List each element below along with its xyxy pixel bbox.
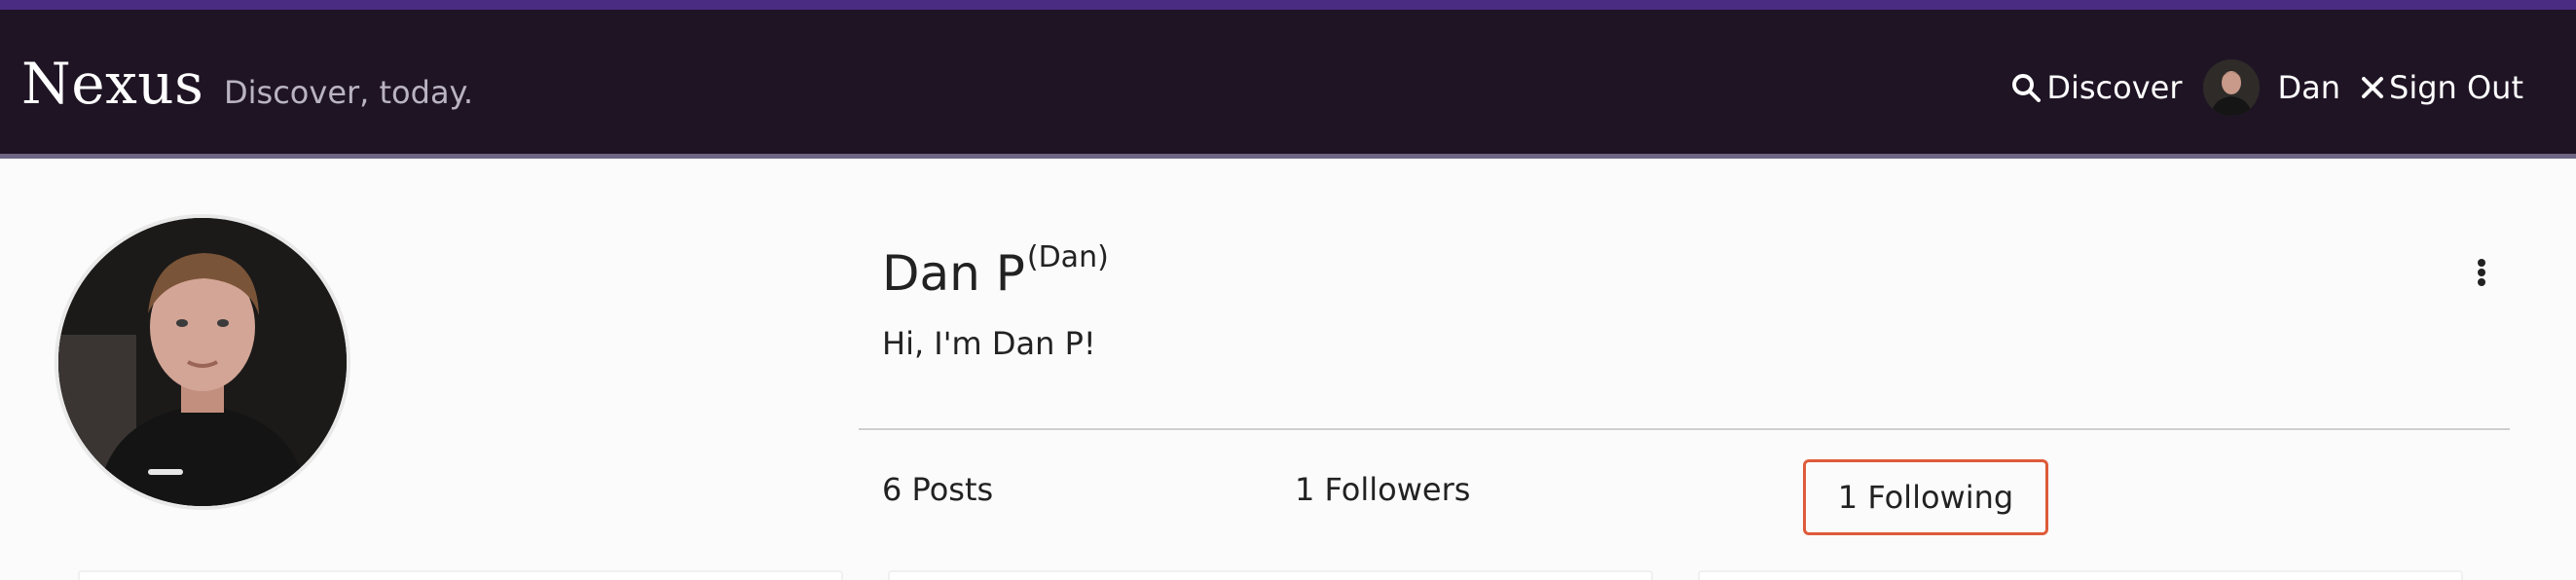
navbar-divider xyxy=(0,154,2576,159)
close-icon xyxy=(2360,75,2385,100)
navbar: Nexus Discover, today. Discover Dan Sign… xyxy=(0,10,2576,158)
search-icon xyxy=(2009,71,2042,104)
more-vertical-icon xyxy=(2478,259,2485,267)
profile-divider xyxy=(859,428,2510,430)
nav-actions: Discover Dan Sign Out xyxy=(2009,59,2523,116)
more-vertical-icon-dot xyxy=(2478,269,2485,276)
user-avatar[interactable] xyxy=(2203,59,2261,116)
tagline: Discover, today. xyxy=(224,74,474,111)
posts-count-tab[interactable]: 6 Posts xyxy=(882,471,993,508)
user-name-link[interactable]: Dan xyxy=(2277,69,2340,106)
username: (Dan) xyxy=(1026,240,1109,274)
signout-label: Sign Out xyxy=(2389,69,2523,106)
signout-link[interactable]: Sign Out xyxy=(2360,69,2523,106)
display-name: Dan P xyxy=(882,245,1025,302)
followers-count-tab[interactable]: 1 Followers xyxy=(1295,471,1470,508)
following-count-tab[interactable]: 1 Following xyxy=(1803,459,2048,535)
top-accent-bar xyxy=(0,0,2576,10)
post-card[interactable] xyxy=(888,570,1653,580)
profile-avatar xyxy=(55,214,350,510)
more-options-button[interactable] xyxy=(2467,251,2496,294)
profile-name-row: Dan P(Dan) xyxy=(882,240,1109,302)
post-card[interactable] xyxy=(1698,570,2463,580)
more-vertical-icon-dot xyxy=(2478,278,2485,286)
discover-link[interactable]: Discover xyxy=(2009,69,2182,106)
brand-logo[interactable]: Nexus xyxy=(21,51,203,117)
post-card[interactable] xyxy=(78,570,843,580)
profile-bio: Hi, I'm Dan P! xyxy=(882,325,1096,362)
discover-label: Discover xyxy=(2046,69,2183,106)
